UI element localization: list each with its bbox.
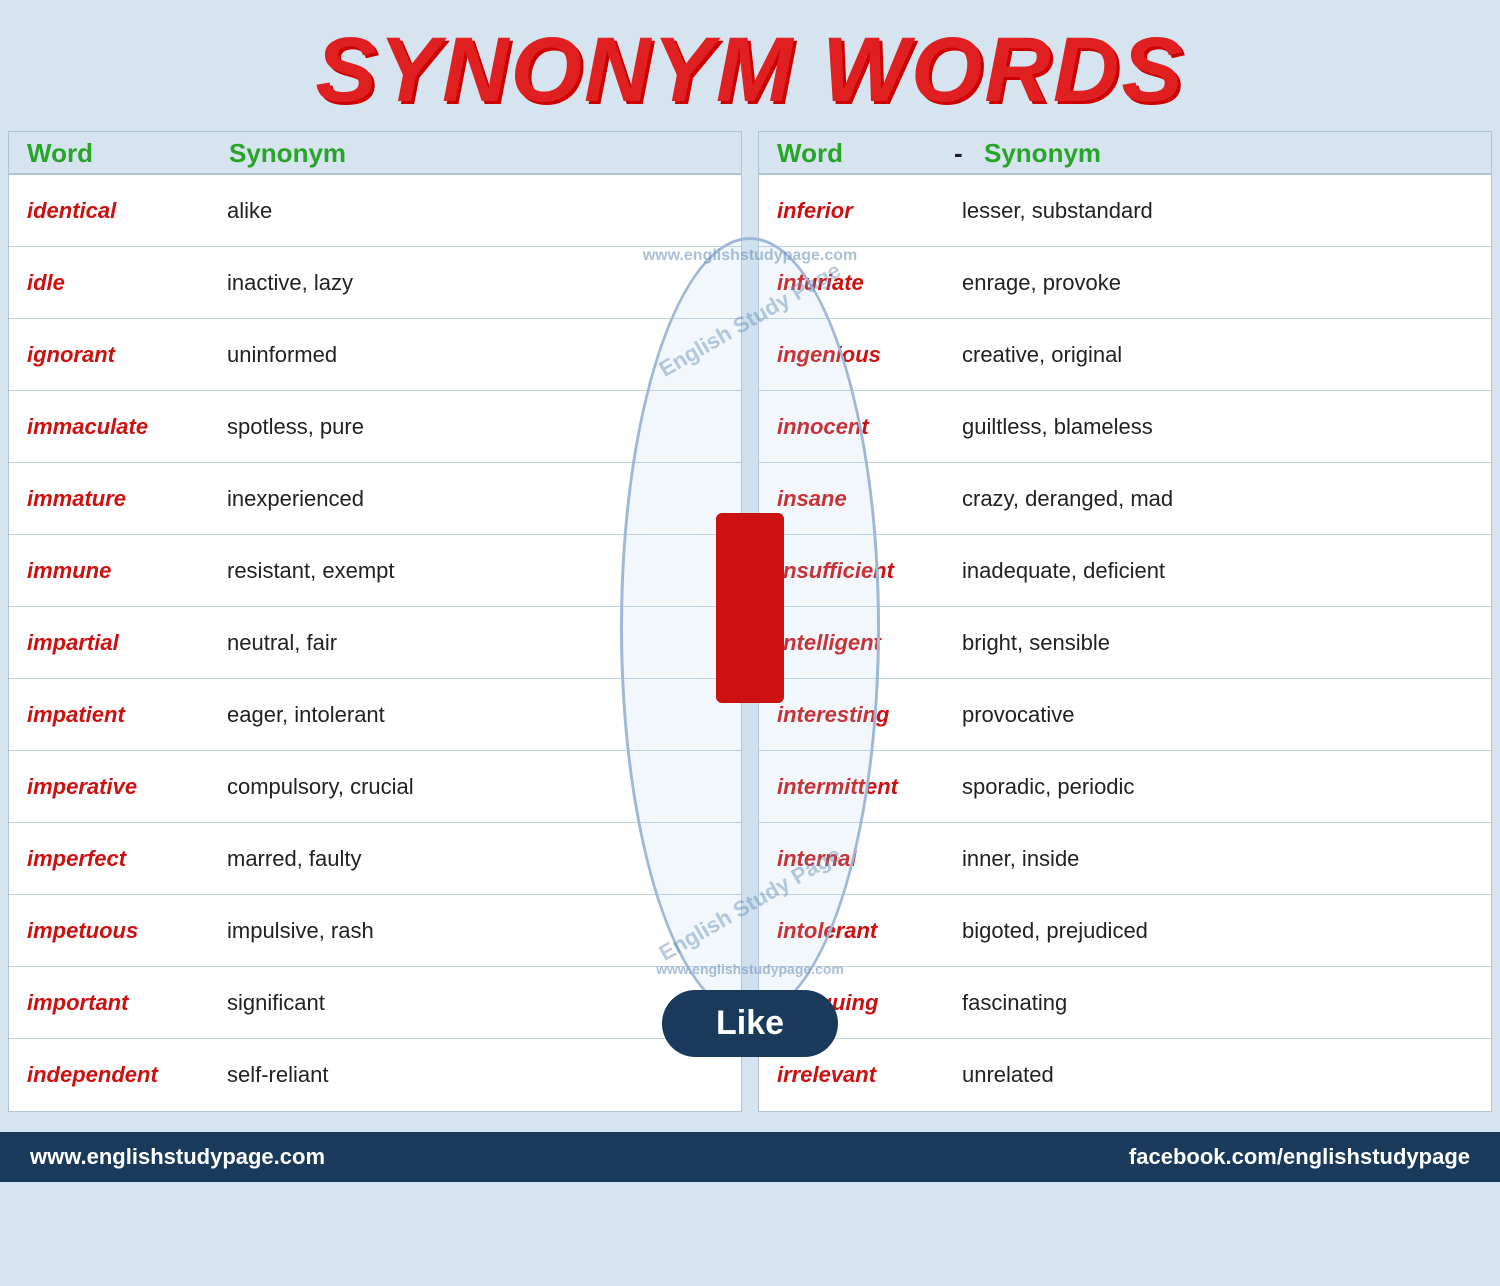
table-row: interesting provocative bbox=[759, 679, 1491, 751]
word-cell: irrelevant bbox=[759, 1052, 954, 1098]
footer-right: facebook.com/englishstudypage bbox=[1129, 1144, 1470, 1170]
table-row: innocent guiltless, blameless bbox=[759, 391, 1491, 463]
table-row: important significant bbox=[9, 967, 741, 1039]
synonym-cell: alike bbox=[219, 188, 741, 234]
table-row: immature inexperienced bbox=[9, 463, 741, 535]
right-header-synonym: Synonym bbox=[984, 138, 1491, 169]
left-rows-container: identical alike idle inactive, lazy igno… bbox=[9, 175, 741, 1111]
synonym-cell: inactive, lazy bbox=[219, 260, 741, 306]
word-cell: insufficient bbox=[759, 548, 954, 594]
table-row: immaculate spotless, pure bbox=[9, 391, 741, 463]
word-cell: impartial bbox=[9, 620, 219, 666]
synonym-cell: sporadic, periodic bbox=[954, 764, 1491, 810]
main-content: Word Synonym identical alike idle inacti… bbox=[0, 131, 1500, 1122]
synonym-cell: compulsory, crucial bbox=[219, 764, 741, 810]
word-cell: infuriate bbox=[759, 260, 954, 306]
page-title: SYNONYM WORDS bbox=[0, 18, 1500, 123]
left-header-word: Word bbox=[9, 138, 219, 169]
word-cell: ignorant bbox=[9, 332, 219, 378]
word-cell: intriguing bbox=[759, 980, 954, 1026]
word-cell: impatient bbox=[9, 692, 219, 738]
synonym-cell: lesser, substandard bbox=[954, 188, 1491, 234]
footer-left: www.englishstudypage.com bbox=[30, 1144, 325, 1170]
table-row: inferior lesser, substandard bbox=[759, 175, 1491, 247]
synonym-cell: significant bbox=[219, 980, 741, 1026]
table-row: irrelevant unrelated bbox=[759, 1039, 1491, 1111]
table-row: impartial neutral, fair bbox=[9, 607, 741, 679]
synonym-cell: inexperienced bbox=[219, 476, 741, 522]
word-cell: intelligent bbox=[759, 620, 954, 666]
synonym-cell: eager, intolerant bbox=[219, 692, 741, 738]
synonym-cell: resistant, exempt bbox=[219, 548, 741, 594]
table-row: insane crazy, deranged, mad bbox=[759, 463, 1491, 535]
synonym-cell: guiltless, blameless bbox=[954, 404, 1491, 450]
table-row: intriguing fascinating bbox=[759, 967, 1491, 1039]
word-cell: insane bbox=[759, 476, 954, 522]
table-row: internal inner, inside bbox=[759, 823, 1491, 895]
word-cell: intolerant bbox=[759, 908, 954, 954]
right-panel: Word - Synonym inferior lesser, substand… bbox=[758, 131, 1492, 1112]
footer: www.englishstudypage.com facebook.com/en… bbox=[0, 1132, 1500, 1182]
left-header-synonym: Synonym bbox=[219, 138, 741, 169]
right-header-dash: - bbox=[954, 138, 984, 169]
word-cell: idle bbox=[9, 260, 219, 306]
word-cell: internal bbox=[759, 836, 954, 882]
synonym-cell: impulsive, rash bbox=[219, 908, 741, 954]
table-row: ingenious creative, original bbox=[759, 319, 1491, 391]
word-cell: immaculate bbox=[9, 404, 219, 450]
word-cell: independent bbox=[9, 1052, 219, 1098]
synonym-cell: bright, sensible bbox=[954, 620, 1491, 666]
synonym-cell: crazy, deranged, mad bbox=[954, 476, 1491, 522]
word-cell: immune bbox=[9, 548, 219, 594]
table-row: ignorant uninformed bbox=[9, 319, 741, 391]
synonym-cell: uninformed bbox=[219, 332, 741, 378]
table-row: idle inactive, lazy bbox=[9, 247, 741, 319]
right-header-word: Word bbox=[759, 138, 954, 169]
table-row: intelligent bright, sensible bbox=[759, 607, 1491, 679]
word-cell: important bbox=[9, 980, 219, 1026]
synonym-cell: creative, original bbox=[954, 332, 1491, 378]
word-cell: identical bbox=[9, 188, 219, 234]
table-row: impatient eager, intolerant bbox=[9, 679, 741, 751]
synonym-cell: inadequate, deficient bbox=[954, 548, 1491, 594]
synonym-cell: provocative bbox=[954, 692, 1491, 738]
synonym-cell: unrelated bbox=[954, 1052, 1491, 1098]
synonym-cell: inner, inside bbox=[954, 836, 1491, 882]
word-cell: intermittent bbox=[759, 764, 954, 810]
word-cell: ingenious bbox=[759, 332, 954, 378]
table-row: intermittent sporadic, periodic bbox=[759, 751, 1491, 823]
table-row: infuriate enrage, provoke bbox=[759, 247, 1491, 319]
table-row: imperfect marred, faulty bbox=[9, 823, 741, 895]
table-row: identical alike bbox=[9, 175, 741, 247]
table-row: impetuous impulsive, rash bbox=[9, 895, 741, 967]
synonym-cell: neutral, fair bbox=[219, 620, 741, 666]
table-row: insufficient inadequate, deficient bbox=[759, 535, 1491, 607]
left-col-headers: Word Synonym bbox=[9, 132, 741, 175]
header: SYNONYM WORDS bbox=[0, 0, 1500, 131]
word-cell: imperfect bbox=[9, 836, 219, 882]
synonym-cell: marred, faulty bbox=[219, 836, 741, 882]
table-row: immune resistant, exempt bbox=[9, 535, 741, 607]
synonym-cell: enrage, provoke bbox=[954, 260, 1491, 306]
right-rows-container: inferior lesser, substandard infuriate e… bbox=[759, 175, 1491, 1111]
table-row: imperative compulsory, crucial bbox=[9, 751, 741, 823]
synonym-cell: self-reliant bbox=[219, 1052, 741, 1098]
word-cell: impetuous bbox=[9, 908, 219, 954]
table-row: independent self-reliant bbox=[9, 1039, 741, 1111]
word-cell: interesting bbox=[759, 692, 954, 738]
synonym-cell: spotless, pure bbox=[219, 404, 741, 450]
left-panel: Word Synonym identical alike idle inacti… bbox=[8, 131, 742, 1112]
word-cell: imperative bbox=[9, 764, 219, 810]
right-col-headers: Word - Synonym bbox=[759, 132, 1491, 175]
word-cell: inferior bbox=[759, 188, 954, 234]
word-cell: immature bbox=[9, 476, 219, 522]
synonym-cell: fascinating bbox=[954, 980, 1491, 1026]
synonym-cell: bigoted, prejudiced bbox=[954, 908, 1491, 954]
table-row: intolerant bigoted, prejudiced bbox=[759, 895, 1491, 967]
word-cell: innocent bbox=[759, 404, 954, 450]
